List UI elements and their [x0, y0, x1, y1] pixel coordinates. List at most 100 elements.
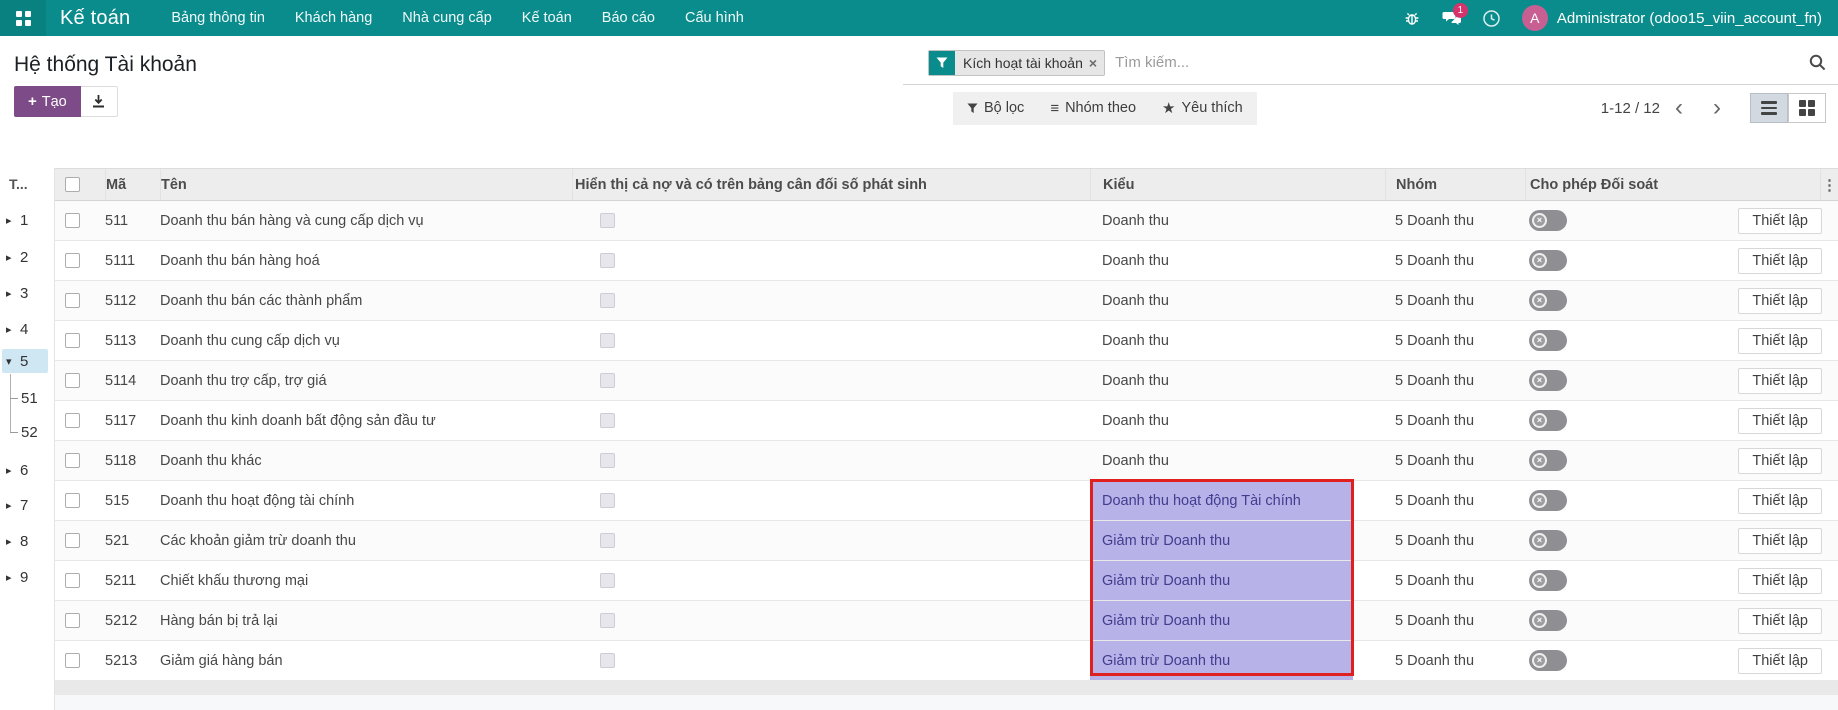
- setup-button[interactable]: Thiết lập: [1738, 568, 1822, 594]
- row-checkbox[interactable]: [65, 293, 80, 308]
- menu-dashboard[interactable]: Bảng thông tin: [156, 0, 280, 36]
- tree-item-9[interactable]: ▸9: [6, 565, 28, 589]
- menu-vendors[interactable]: Nhà cung cấp: [387, 0, 506, 36]
- caret-icon[interactable]: ▸: [6, 535, 20, 548]
- tree-item-8[interactable]: ▸8: [6, 529, 28, 553]
- setup-button[interactable]: Thiết lập: [1738, 528, 1822, 554]
- setup-button[interactable]: Thiết lập: [1738, 408, 1822, 434]
- row-checkbox[interactable]: [65, 333, 80, 348]
- debug-bug-icon[interactable]: [1392, 0, 1432, 36]
- menu-configuration[interactable]: Cấu hình: [670, 0, 759, 36]
- setup-button[interactable]: Thiết lập: [1738, 248, 1822, 274]
- tree-item-5-selected[interactable]: ▾5: [2, 349, 48, 373]
- kanban-view-button[interactable]: [1788, 93, 1826, 123]
- tree-item-51[interactable]: 51: [10, 386, 38, 410]
- tree-item-6[interactable]: ▸6: [6, 458, 28, 482]
- debit-credit-checkbox[interactable]: [600, 613, 615, 628]
- menu-accounting[interactable]: Kế toán: [507, 0, 587, 36]
- row-checkbox[interactable]: [65, 653, 80, 668]
- table-row[interactable]: 5113 Doanh thu cung cấp dịch vụ Doanh th…: [55, 321, 1838, 361]
- tree-item-52[interactable]: 52: [10, 420, 38, 444]
- activities-clock-icon[interactable]: [1472, 0, 1512, 36]
- reconcile-toggle[interactable]: ×: [1529, 570, 1567, 591]
- filters-button[interactable]: Bộ lọc: [967, 100, 1024, 116]
- search-icon[interactable]: [1797, 54, 1838, 71]
- setup-button[interactable]: Thiết lập: [1738, 288, 1822, 314]
- create-button[interactable]: +Tạo: [14, 86, 81, 117]
- setup-button[interactable]: Thiết lập: [1738, 608, 1822, 634]
- menu-reports[interactable]: Báo cáo: [587, 0, 670, 36]
- table-row[interactable]: 515 Doanh thu hoạt động tài chính Doanh …: [55, 481, 1838, 521]
- table-row[interactable]: 5112 Doanh thu bán các thành phẩm Doanh …: [55, 281, 1838, 321]
- caret-icon[interactable]: ▸: [6, 287, 20, 300]
- header-group[interactable]: Nhóm: [1385, 169, 1525, 200]
- optional-columns-icon[interactable]: ⋮: [1820, 169, 1838, 200]
- setup-button[interactable]: Thiết lập: [1738, 648, 1822, 674]
- debit-credit-checkbox[interactable]: [600, 493, 615, 508]
- pager-prev-icon[interactable]: ‹: [1660, 96, 1698, 120]
- menu-customers[interactable]: Khách hàng: [280, 0, 387, 36]
- facet-remove-icon[interactable]: ×: [1087, 51, 1104, 75]
- user-menu[interactable]: A Administrator (odoo15_viin_account_fn): [1512, 5, 1838, 31]
- reconcile-toggle[interactable]: ×: [1529, 210, 1567, 231]
- list-view-button[interactable]: [1750, 93, 1788, 123]
- setup-button[interactable]: Thiết lập: [1738, 448, 1822, 474]
- setup-button[interactable]: Thiết lập: [1738, 368, 1822, 394]
- caret-icon[interactable]: ▸: [6, 499, 20, 512]
- table-row[interactable]: 5211 Chiết khấu thương mại Giảm trừ Doan…: [55, 561, 1838, 601]
- row-checkbox[interactable]: [65, 213, 80, 228]
- app-brand[interactable]: Kế toán: [46, 7, 156, 30]
- reconcile-toggle[interactable]: ×: [1529, 370, 1567, 391]
- reconcile-toggle[interactable]: ×: [1529, 250, 1567, 271]
- row-checkbox[interactable]: [65, 373, 80, 388]
- setup-button[interactable]: Thiết lập: [1738, 328, 1822, 354]
- tree-item-4[interactable]: ▸4: [6, 317, 28, 341]
- reconcile-toggle[interactable]: ×: [1529, 650, 1567, 671]
- caret-icon[interactable]: ▾: [6, 355, 20, 368]
- reconcile-toggle[interactable]: ×: [1529, 410, 1567, 431]
- caret-icon[interactable]: ▸: [6, 214, 20, 227]
- debit-credit-checkbox[interactable]: [600, 213, 615, 228]
- reconcile-toggle[interactable]: ×: [1529, 450, 1567, 471]
- header-name[interactable]: Tên: [160, 169, 572, 200]
- table-row[interactable]: 5212 Hàng bán bị trả lại Giảm trừ Doanh …: [55, 601, 1838, 641]
- row-checkbox[interactable]: [65, 453, 80, 468]
- debit-credit-checkbox[interactable]: [600, 413, 615, 428]
- caret-icon[interactable]: ▸: [6, 571, 20, 584]
- reconcile-toggle[interactable]: ×: [1529, 290, 1567, 311]
- setup-button[interactable]: Thiết lập: [1738, 208, 1822, 234]
- table-row[interactable]: 5114 Doanh thu trợ cấp, trợ giá Doanh th…: [55, 361, 1838, 401]
- messages-icon[interactable]: 1: [1432, 0, 1472, 36]
- debit-credit-checkbox[interactable]: [600, 653, 615, 668]
- header-code[interactable]: Mã: [105, 169, 160, 200]
- debit-credit-checkbox[interactable]: [600, 453, 615, 468]
- caret-icon[interactable]: ▸: [6, 323, 20, 336]
- header-reconcile[interactable]: Cho phép Đối soát: [1525, 169, 1710, 200]
- export-download-button[interactable]: [81, 86, 118, 117]
- apps-menu-icon[interactable]: [0, 0, 46, 36]
- row-checkbox[interactable]: [65, 613, 80, 628]
- row-checkbox[interactable]: [65, 413, 80, 428]
- reconcile-toggle[interactable]: ×: [1529, 490, 1567, 511]
- table-row[interactable]: 5111 Doanh thu bán hàng hoá Doanh thu 5 …: [55, 241, 1838, 281]
- tree-item-1[interactable]: ▸1: [6, 208, 28, 232]
- reconcile-toggle[interactable]: ×: [1529, 330, 1567, 351]
- header-type[interactable]: Kiểu: [1090, 169, 1385, 200]
- tree-item-2[interactable]: ▸2: [6, 245, 28, 269]
- setup-button[interactable]: Thiết lập: [1738, 488, 1822, 514]
- row-checkbox[interactable]: [65, 253, 80, 268]
- table-row[interactable]: 511 Doanh thu bán hàng và cung cấp dịch …: [55, 201, 1838, 241]
- debit-credit-checkbox[interactable]: [600, 333, 615, 348]
- reconcile-toggle[interactable]: ×: [1529, 530, 1567, 551]
- reconcile-toggle[interactable]: ×: [1529, 610, 1567, 631]
- tree-item-3[interactable]: ▸3: [6, 281, 28, 305]
- pager-next-icon[interactable]: ›: [1698, 96, 1736, 120]
- favorites-button[interactable]: ★ Yêu thích: [1162, 99, 1243, 117]
- debit-credit-checkbox[interactable]: [600, 293, 615, 308]
- table-row[interactable]: 5118 Doanh thu khác Doanh thu 5 Doanh th…: [55, 441, 1838, 481]
- debit-credit-checkbox[interactable]: [600, 253, 615, 268]
- debit-credit-checkbox[interactable]: [600, 533, 615, 548]
- select-all-checkbox[interactable]: [65, 177, 80, 192]
- row-checkbox[interactable]: [65, 573, 80, 588]
- caret-icon[interactable]: ▸: [6, 464, 20, 477]
